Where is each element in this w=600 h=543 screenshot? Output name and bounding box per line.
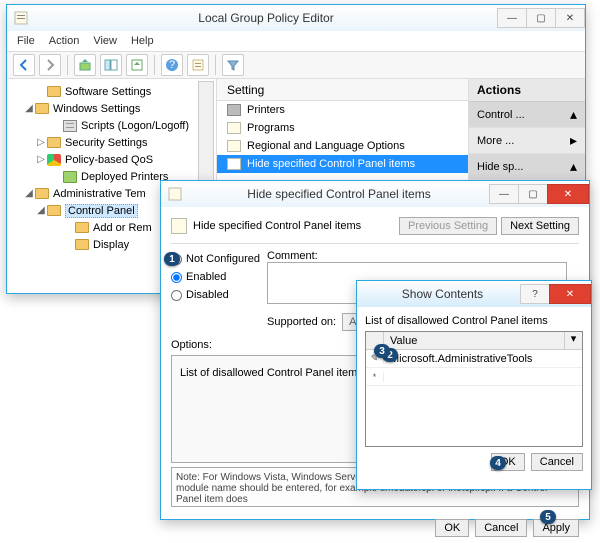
dialog-close[interactable]: ✕ [547,184,589,204]
dialog-maximize[interactable]: ▢ [518,184,548,204]
menu-view[interactable]: View [93,35,117,47]
menubar: File Action View Help [7,31,585,51]
new-row-icon [366,372,384,382]
contents-titlebar: Show Contents ?✕ [357,281,591,307]
menu-help[interactable]: Help [131,35,154,47]
action-item[interactable]: Hide sp...▴ [469,154,585,180]
column-header-setting[interactable]: Setting [217,79,468,101]
show-contents-dialog: Show Contents ?✕ List of disallowed Cont… [356,280,592,490]
tree-node[interactable]: ▷Security Settings [7,134,216,151]
next-setting-button[interactable]: Next Setting [501,217,579,235]
show-tree-button[interactable] [100,54,122,76]
value-grid[interactable]: Value▾ Microsoft.AdministrativeTools [365,331,583,447]
contents-caption: List of disallowed Control Panel items [365,315,583,327]
annotation-badge-3: 3 [374,344,390,358]
up-button[interactable] [74,54,96,76]
list-item[interactable]: Programs [217,119,468,137]
grid-cell[interactable]: Microsoft.AdministrativeTools [384,353,582,365]
dropdown-icon[interactable]: ▾ [564,332,582,349]
menu-action[interactable]: Action [49,35,80,47]
list-item[interactable]: Regional and Language Options [217,137,468,155]
toolbar: ? [7,51,585,79]
list-item[interactable]: Hide specified Control Panel items [217,155,468,173]
dialog-minimize[interactable]: — [489,184,519,204]
titlebar: Local Group Policy Editor — ▢ ✕ [7,5,585,31]
action-item[interactable]: Control ...▴ [469,102,585,128]
properties-button[interactable] [187,54,209,76]
contents-close[interactable]: ✕ [549,284,591,304]
radio-disabled[interactable]: Disabled [171,286,261,304]
window-buttons: — ▢ ✕ [497,8,585,28]
column-value[interactable]: Value [384,335,564,347]
annotation-badge-4: 4 [490,456,506,470]
tree-node[interactable]: ▷Policy-based QoS [7,151,216,168]
tree-node[interactable]: ◢Windows Settings [7,100,216,117]
export-button[interactable] [126,54,148,76]
supported-label: Supported on: [267,316,336,328]
contents-help[interactable]: ? [520,284,550,304]
contents-cancel-button[interactable]: Cancel [531,453,583,471]
annotation-badge-1: 1 [164,252,180,266]
apply-button[interactable]: Apply [533,519,579,537]
dialog-icon [167,186,183,202]
minimize-button[interactable]: — [497,8,527,28]
actions-header: Actions [469,79,585,102]
grid-row-new[interactable] [366,368,582,386]
comment-label: Comment: [267,250,318,262]
tree-node[interactable]: Software Settings [7,83,216,100]
list-item[interactable]: Printers [217,101,468,119]
radio-not-configured[interactable]: Not Configured [171,250,261,268]
ok-button[interactable]: OK [435,519,469,537]
help-button[interactable]: ? [161,54,183,76]
option-text: List of disallowed Control Panel items [180,367,363,379]
tree-node[interactable]: Scripts (Logon/Logoff) [7,117,216,134]
action-item[interactable]: More ...▸ [469,128,585,154]
maximize-button[interactable]: ▢ [526,8,556,28]
contents-title: Show Contents [365,287,520,301]
radio-enabled[interactable]: Enabled [171,268,261,286]
filter-button[interactable] [222,54,244,76]
cancel-button[interactable]: Cancel [475,519,527,537]
forward-button[interactable] [39,54,61,76]
annotation-badge-5: 5 [540,510,556,524]
dialog-title: Hide specified Control Panel items [189,187,489,201]
grid-row[interactable]: Microsoft.AdministrativeTools [366,350,582,368]
back-button[interactable] [13,54,35,76]
policy-heading: Hide specified Control Panel items [193,220,361,232]
svg-text:?: ? [169,59,175,71]
grid-header: Value▾ [366,332,582,350]
menu-file[interactable]: File [17,35,35,47]
close-button[interactable]: ✕ [555,8,585,28]
window-title: Local Group Policy Editor [35,11,497,25]
previous-setting-button[interactable]: Previous Setting [399,217,497,235]
policy-icon [171,218,187,234]
app-icon [13,10,29,26]
dialog-titlebar: Hide specified Control Panel items —▢✕ [161,181,589,207]
state-radios: Not Configured Enabled Disabled [171,250,261,304]
